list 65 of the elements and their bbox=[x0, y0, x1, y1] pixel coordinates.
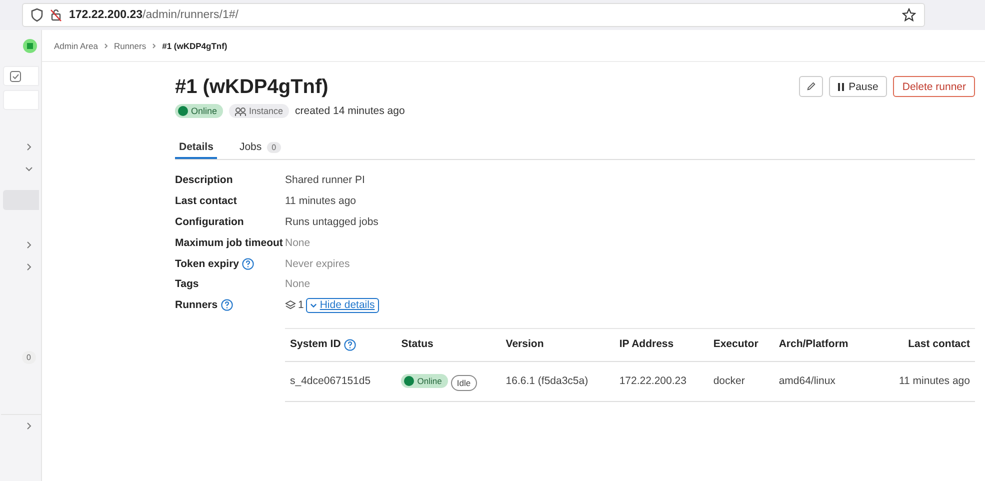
help-icon[interactable] bbox=[220, 299, 233, 312]
runner-count: 1 bbox=[298, 299, 304, 312]
shield-icon bbox=[31, 8, 43, 22]
insecure-lock-icon bbox=[50, 8, 62, 22]
edit-button[interactable] bbox=[798, 76, 823, 97]
type-badge: Instance bbox=[229, 104, 290, 118]
column-header: Executor bbox=[713, 338, 758, 351]
table-cell: docker bbox=[708, 361, 774, 402]
idle-badge: Idle bbox=[450, 374, 477, 391]
delete-runner-button[interactable]: Delete runner bbox=[893, 76, 975, 97]
status-badge: Online bbox=[175, 104, 224, 118]
checklist-icon bbox=[10, 70, 21, 82]
address-bar[interactable]: 172.22.200.23/admin/runners/1#/ bbox=[22, 3, 925, 27]
tab[interactable]: Details bbox=[175, 137, 218, 159]
help-icon[interactable] bbox=[242, 258, 254, 270]
field-value: None bbox=[285, 277, 312, 292]
star-icon[interactable] bbox=[902, 8, 916, 22]
table-cell: 16.6.1 (f5da3c5a) bbox=[500, 361, 614, 402]
field-label: Description bbox=[175, 174, 233, 186]
chevron-right-icon bbox=[151, 42, 158, 48]
hide-details-link[interactable]: Hide details bbox=[306, 298, 379, 313]
column-header: Version bbox=[506, 338, 544, 351]
breadcrumb-link[interactable]: Admin Area bbox=[54, 40, 98, 50]
breadcrumb-link[interactable]: Runners bbox=[114, 40, 146, 50]
tab[interactable]: Jobs 0 bbox=[235, 137, 286, 159]
pause-button[interactable]: Pause bbox=[828, 76, 888, 97]
table-cell: s_4dce067151d5 bbox=[285, 361, 396, 402]
field-value: None bbox=[285, 236, 312, 251]
field-label: Runners bbox=[175, 299, 218, 312]
table-cell: 11 minutes ago bbox=[870, 361, 975, 402]
field-value: 11 minutes ago bbox=[285, 194, 358, 210]
column-header: IP Address bbox=[619, 338, 674, 351]
table-cell: amd64/linux bbox=[774, 361, 871, 402]
field-label: Last contact bbox=[175, 195, 237, 208]
logo-icon bbox=[22, 38, 38, 54]
field-label: Configuration bbox=[175, 216, 244, 228]
column-header: Last contact bbox=[908, 338, 970, 351]
chevron-right-icon bbox=[102, 42, 109, 48]
field-value: Never expires bbox=[285, 256, 351, 272]
field-label: Token expiry bbox=[175, 258, 239, 270]
pause-icon bbox=[838, 82, 844, 90]
chevron-right-icon[interactable] bbox=[25, 143, 33, 151]
column-header: Status bbox=[401, 338, 434, 351]
status-badge: Online bbox=[401, 374, 448, 388]
chevron-right-icon[interactable] bbox=[25, 263, 33, 271]
field-value: Shared runner PI bbox=[285, 173, 366, 188]
created-time: created 14 minutes ago bbox=[295, 105, 405, 117]
column-header: Arch/Platform bbox=[778, 338, 848, 351]
chevron-down-icon[interactable] bbox=[25, 165, 33, 173]
chevron-down-icon bbox=[310, 302, 317, 309]
chevron-right-icon[interactable] bbox=[25, 241, 33, 249]
pencil-icon bbox=[806, 81, 816, 92]
column-header: System ID bbox=[290, 338, 341, 351]
help-icon[interactable] bbox=[344, 338, 356, 351]
count-badge: 0 bbox=[22, 350, 36, 364]
page-title: #1 (wKDP4gTnf) bbox=[175, 76, 330, 99]
breadcrumb-link[interactable]: #1 (wKDP4gTnf) bbox=[162, 40, 228, 50]
field-label: Maximum job timeout bbox=[175, 236, 283, 249]
layers-icon bbox=[285, 300, 296, 310]
field-value: Runs untagged jobs bbox=[285, 214, 380, 230]
url-text: 172.22.200.23/admin/runners/1#/ bbox=[69, 9, 238, 21]
sidebar-item[interactable] bbox=[3, 66, 39, 86]
table-cell: 172.22.200.23 bbox=[614, 361, 708, 402]
field-label: Tags bbox=[175, 278, 199, 290]
chevron-right-icon[interactable] bbox=[25, 422, 33, 430]
